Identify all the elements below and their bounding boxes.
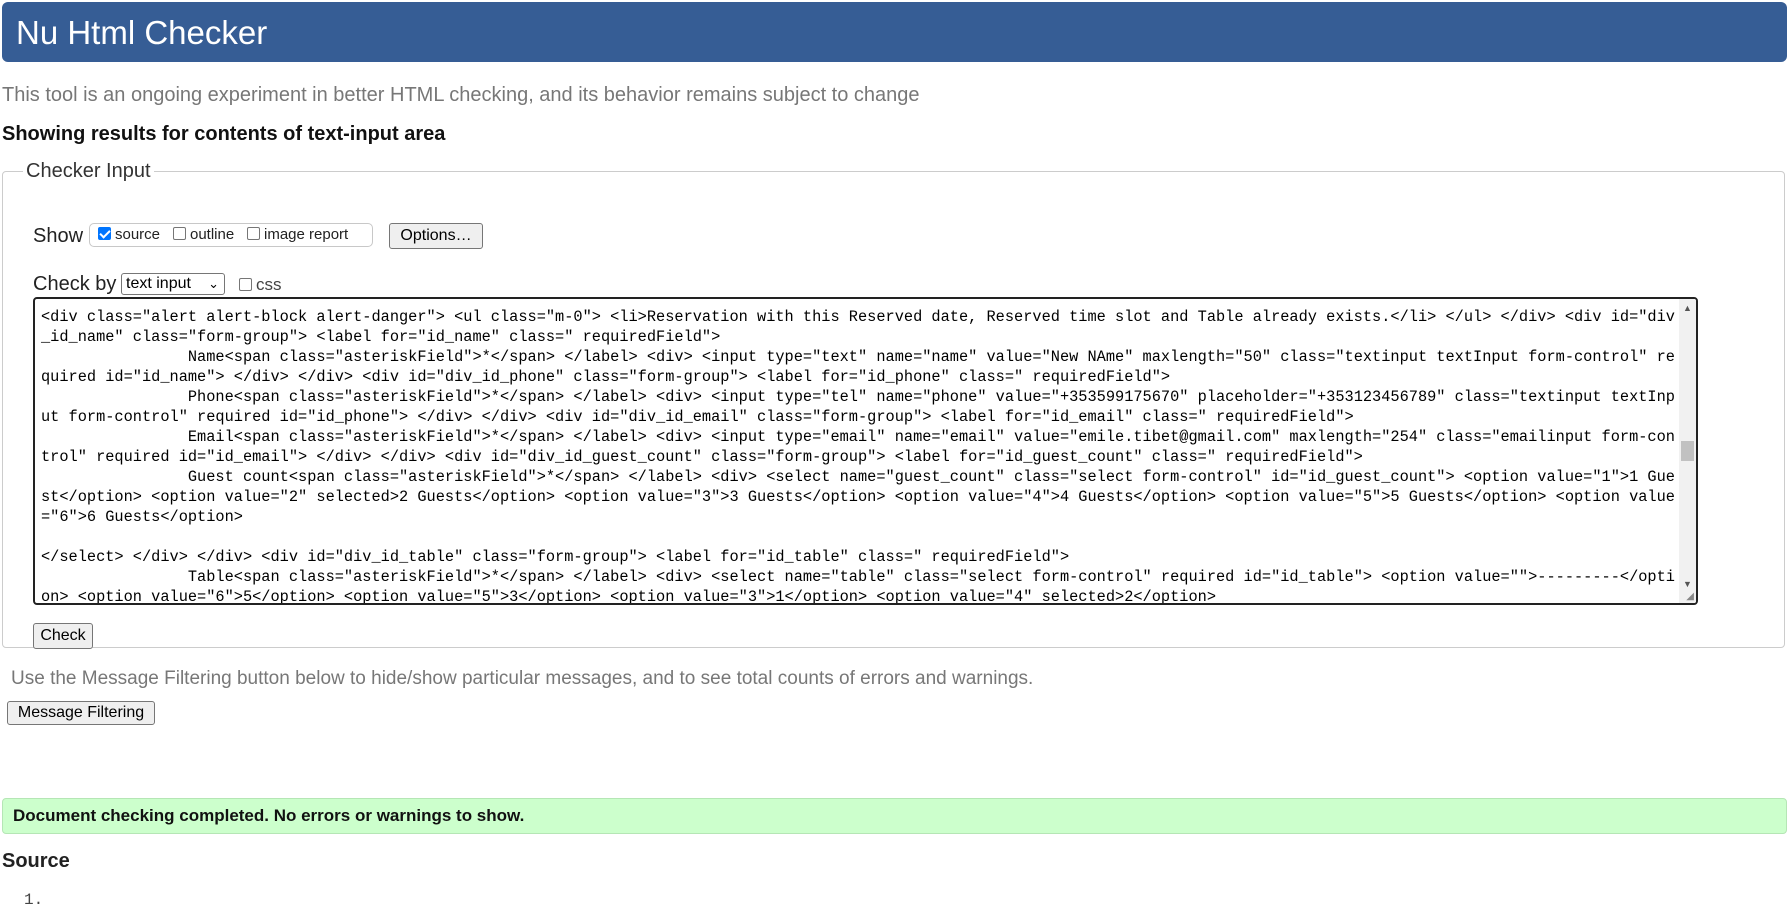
check-by-value: text input <box>126 275 191 292</box>
show-source-option[interactable]: source <box>98 226 160 243</box>
css-checkbox[interactable] <box>239 278 252 291</box>
status-message-bar: Document checking completed. No errors o… <box>2 798 1787 834</box>
show-outline-label: outline <box>190 226 235 243</box>
source-textarea[interactable]: <div class="alert alert-block alert-dang… <box>33 297 1698 605</box>
scroll-up-arrow-icon[interactable]: ▲ <box>1683 303 1692 313</box>
checker-input-legend: Checker Input <box>26 160 151 182</box>
image-report-checkbox[interactable] <box>247 227 260 240</box>
source-heading: Source <box>2 850 70 872</box>
header-bar: Nu Html Checker <box>2 2 1787 62</box>
textarea-scrollbar[interactable]: ▲ ▼ <box>1679 299 1696 603</box>
results-heading: Showing results for contents of text-inp… <box>2 123 446 145</box>
message-filtering-button[interactable]: Message Filtering <box>7 701 155 725</box>
scroll-down-arrow-icon[interactable]: ▼ <box>1683 579 1692 589</box>
show-options-group: source outline image report <box>89 223 373 247</box>
check-by-select[interactable]: text input ⌄ <box>121 273 225 295</box>
status-message: Document checking completed. No errors o… <box>13 806 525 825</box>
resize-grip-icon[interactable]: ◢ <box>1686 591 1694 602</box>
source-line-number: 1. <box>24 891 44 909</box>
outline-checkbox[interactable] <box>173 227 186 240</box>
show-label: Show <box>33 225 84 247</box>
scroll-thumb[interactable] <box>1681 441 1694 461</box>
css-label: css <box>256 275 282 294</box>
show-image-report-label: image report <box>264 226 349 243</box>
intro-text: This tool is an ongoing experiment in be… <box>2 84 920 106</box>
app-title: Nu Html Checker <box>16 14 268 51</box>
checker-input-fieldset: Checker Input Show source outline image … <box>2 160 1785 649</box>
source-checkbox[interactable] <box>98 227 111 240</box>
show-outline-option[interactable]: outline <box>173 226 234 243</box>
filter-note: Use the Message Filtering button below t… <box>11 668 1034 689</box>
show-source-label: source <box>115 226 161 243</box>
show-image-report-option[interactable]: image report <box>247 226 348 243</box>
chevron-down-icon: ⌄ <box>208 276 219 291</box>
options-button[interactable]: Options… <box>389 223 483 249</box>
check-button[interactable]: Check <box>33 623 93 649</box>
check-by-label: Check by <box>33 273 117 295</box>
css-option[interactable]: css <box>239 275 282 295</box>
textarea-content: <div class="alert alert-block alert-dang… <box>41 308 1675 605</box>
